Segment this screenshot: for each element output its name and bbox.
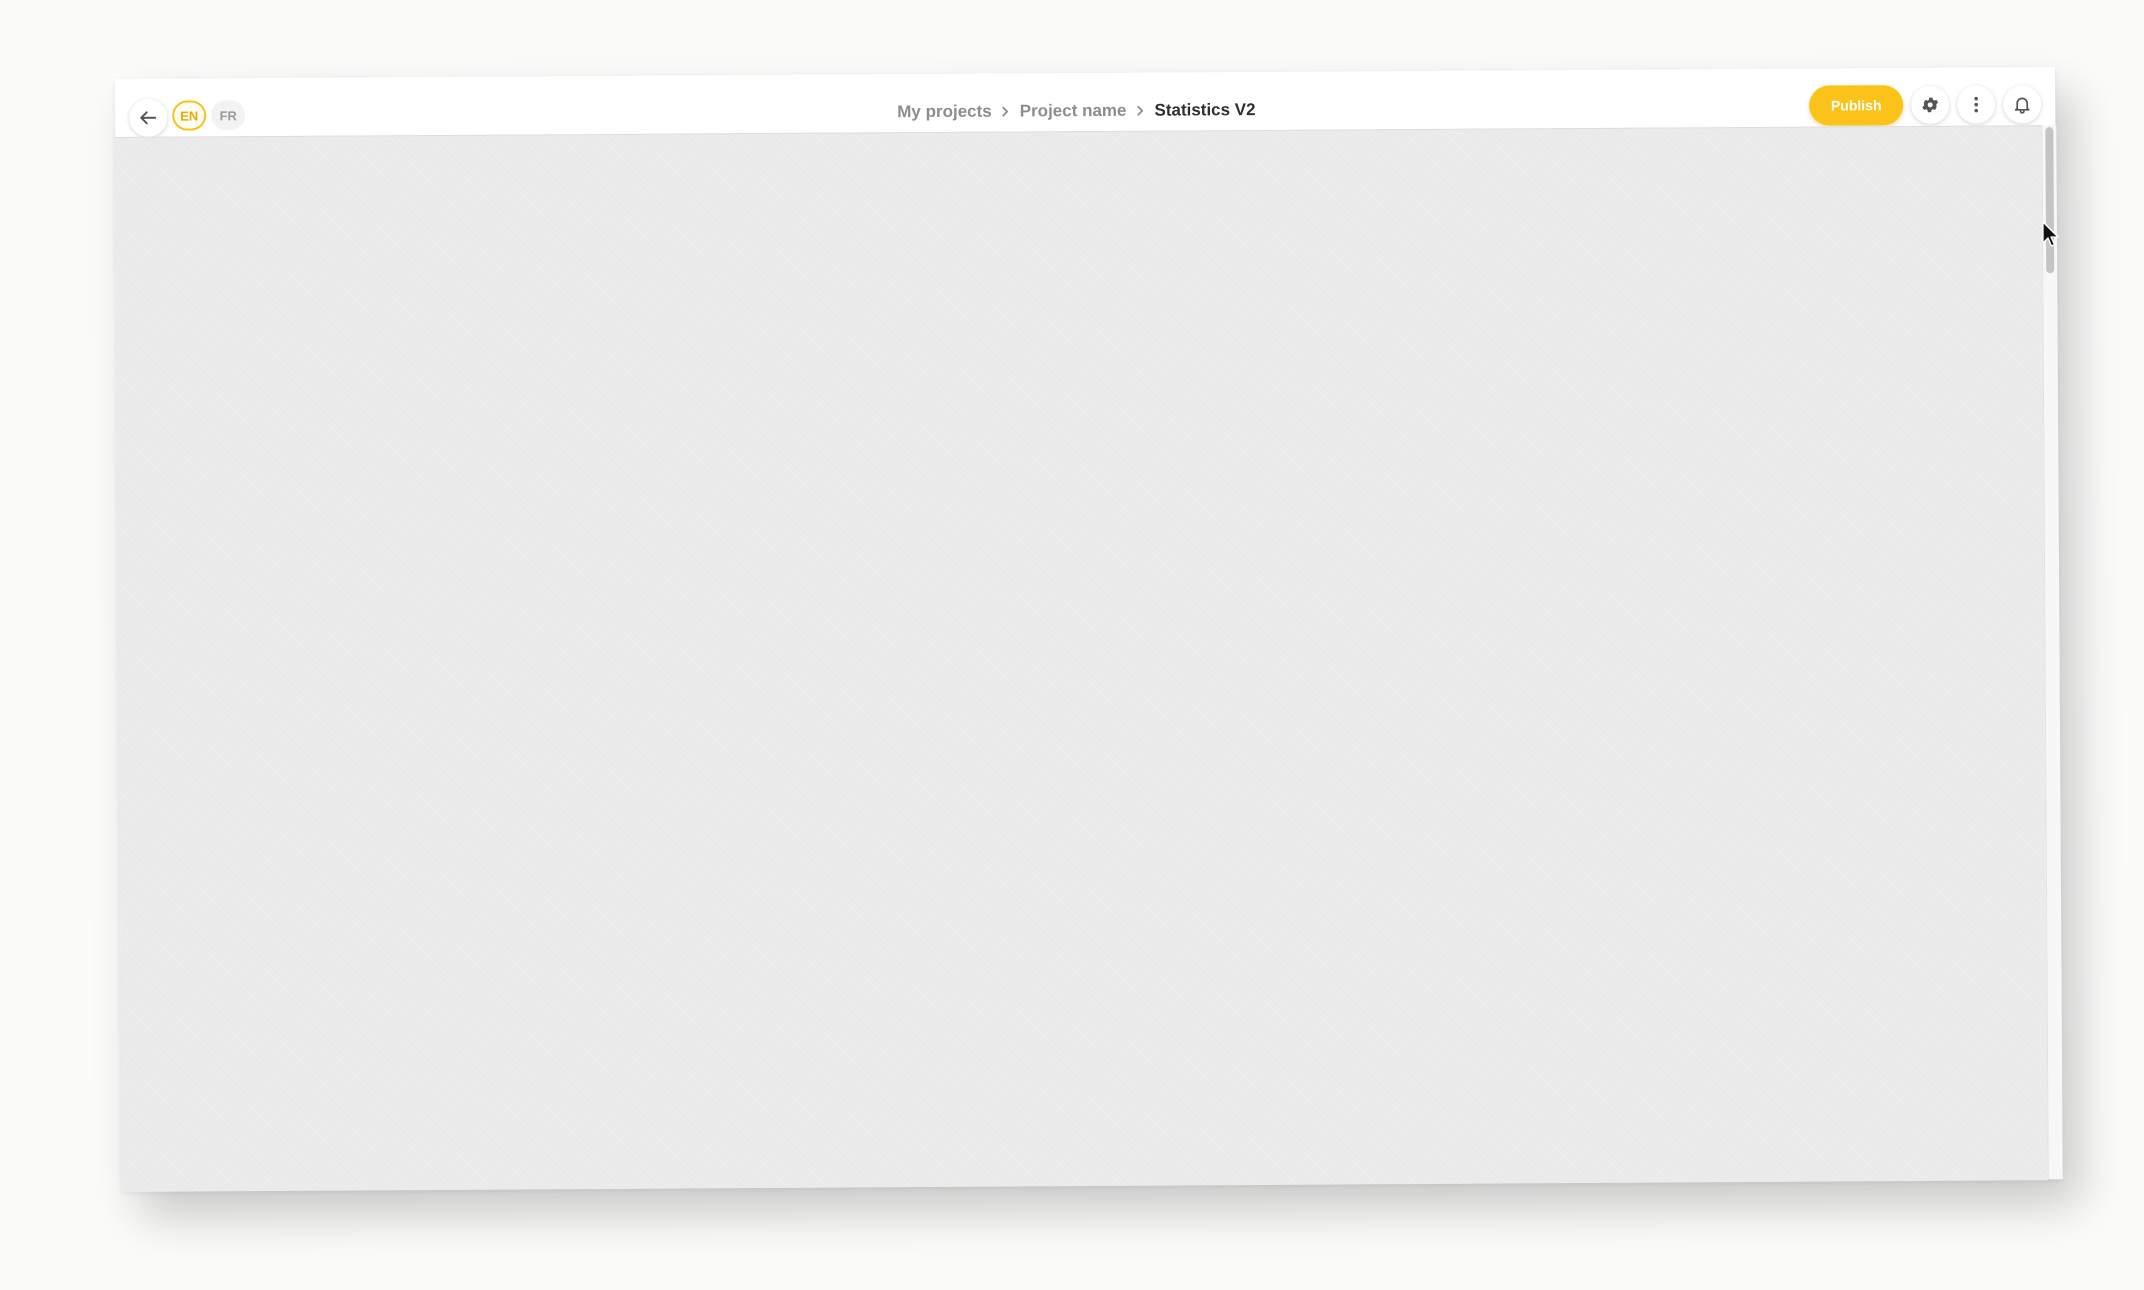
back-button[interactable] (129, 98, 168, 137)
chevron-right-icon (1135, 105, 1145, 117)
notifications-button[interactable] (2003, 85, 2042, 124)
breadcrumb-project-name[interactable]: Project name (1020, 101, 1127, 122)
settings-button[interactable] (1911, 85, 1950, 125)
breadcrumb-my-projects[interactable]: My projects (897, 102, 992, 123)
breadcrumb: My projects Project name Statistics V2 (897, 100, 1255, 122)
chevron-right-icon (1001, 106, 1011, 118)
breadcrumb-current-page: Statistics V2 (1154, 100, 1256, 120)
language-en-button[interactable]: EN (172, 100, 207, 131)
gear-icon (1922, 97, 1939, 113)
editor-canvas[interactable] (115, 125, 2048, 1192)
bell-icon (2014, 97, 2030, 114)
app-window: EN FR My projects Project name Statistic… (115, 67, 2063, 1192)
language-fr-button[interactable]: FR (211, 100, 246, 131)
arrow-left-icon (140, 111, 157, 125)
vertical-dots-icon (1974, 96, 1979, 113)
mouse-cursor-icon (2042, 221, 2059, 247)
scrollbar-thumb[interactable] (2045, 127, 2055, 274)
publish-button[interactable]: Publish (1809, 85, 1904, 126)
more-options-button[interactable] (1957, 85, 1996, 124)
